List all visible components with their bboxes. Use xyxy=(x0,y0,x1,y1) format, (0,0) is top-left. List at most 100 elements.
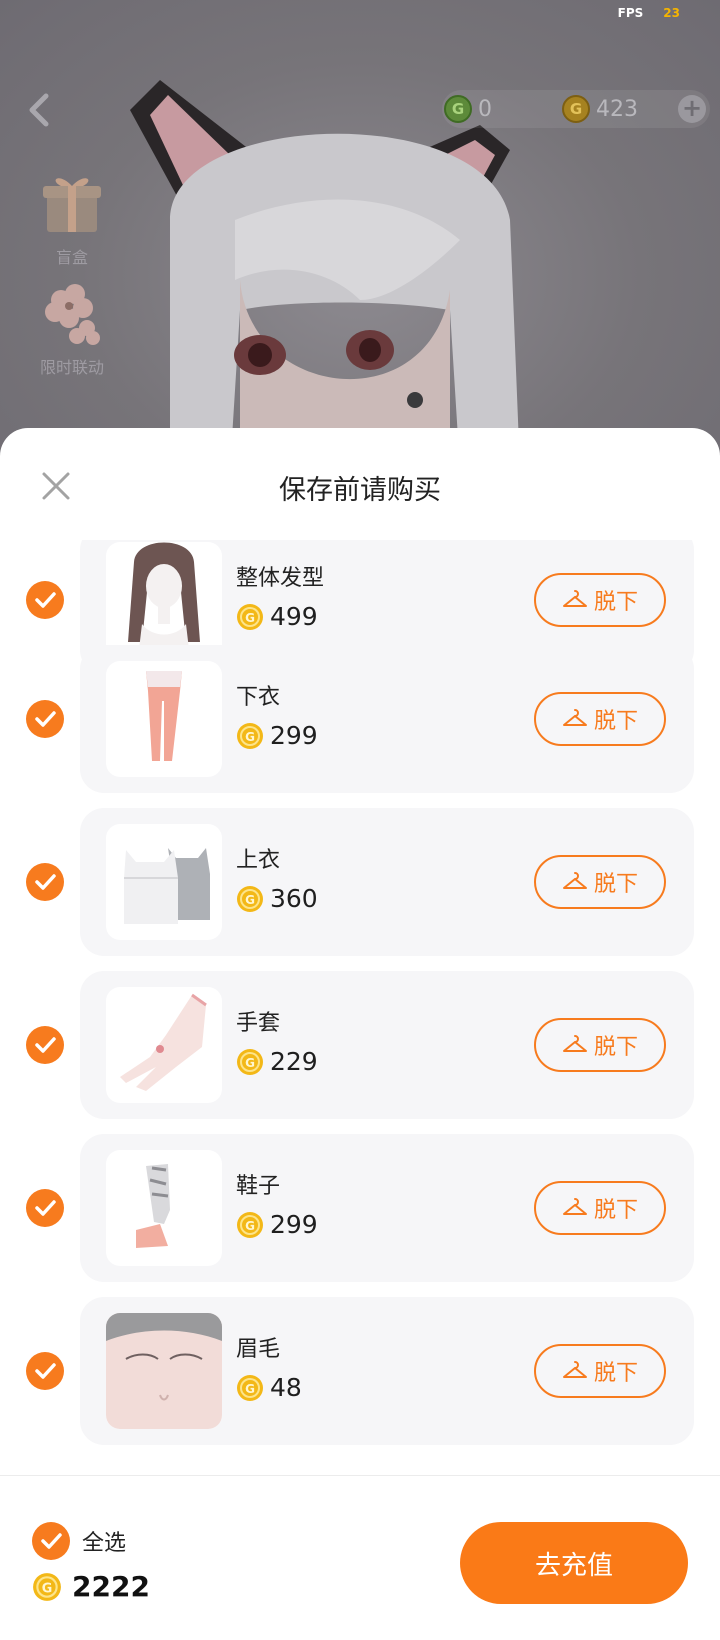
list-item: 手套 G 229 脱下 xyxy=(0,971,720,1119)
item-checkbox[interactable] xyxy=(26,1189,64,1227)
purchase-footer: 全选 G 2222 去充值 xyxy=(0,1475,720,1640)
side-item-label: 限时联动 xyxy=(39,358,104,377)
gold-coin-icon: G xyxy=(237,722,263,749)
item-price: G 299 xyxy=(236,1210,318,1239)
take-off-label: 脱下 xyxy=(593,1361,638,1386)
hanger-icon xyxy=(562,1198,587,1215)
svg-text:G: G xyxy=(245,730,255,744)
fps-counter: FPS 23 xyxy=(618,6,680,20)
select-all-checkbox[interactable] xyxy=(32,1522,70,1560)
gold-coin-icon: G xyxy=(33,1572,61,1601)
item-price: G 299 xyxy=(236,721,318,750)
purchase-sheet: 保存前请购买 整体发型 G 499 脱下 下衣 G 299 脱下 上衣 G 36… xyxy=(0,428,720,1640)
sheet-header: 保存前请购买 xyxy=(0,428,720,540)
take-off-label: 脱下 xyxy=(593,590,638,615)
gold-balance: 423 xyxy=(596,96,638,122)
gold-coin-icon: G xyxy=(237,885,263,912)
item-card: 鞋子 G 299 脱下 xyxy=(80,1134,694,1282)
green-coin-icon: G xyxy=(444,95,472,123)
add-currency-button[interactable]: + xyxy=(678,95,706,123)
side-item-label: 盲盒 xyxy=(55,248,88,267)
gold-currency: G 423 xyxy=(562,95,638,123)
take-off-label: 脱下 xyxy=(593,1035,638,1060)
back-button[interactable] xyxy=(22,88,56,132)
total-price-value: 2222 xyxy=(72,1570,150,1603)
item-checkbox[interactable] xyxy=(26,1026,64,1064)
green-balance: 0 xyxy=(478,96,492,122)
item-name: 眉毛 xyxy=(236,1337,281,1362)
check-icon xyxy=(35,711,56,727)
item-thumbnail-camisole xyxy=(106,824,222,940)
recharge-button[interactable]: 去充值 xyxy=(460,1522,688,1604)
item-name: 上衣 xyxy=(236,848,281,873)
take-off-label: 脱下 xyxy=(593,709,638,734)
currency-bar: G 0 G 423 + xyxy=(442,90,710,128)
hanger-icon xyxy=(562,590,587,607)
hanger-icon xyxy=(562,872,587,889)
item-card: 手套 G 229 脱下 xyxy=(80,971,694,1119)
gold-coin-icon: G xyxy=(237,1211,263,1238)
take-off-button[interactable]: 脱下 xyxy=(534,1181,666,1235)
take-off-button[interactable]: 脱下 xyxy=(534,1018,666,1072)
item-thumbnail-hairstyle xyxy=(106,542,222,658)
item-price-value: 229 xyxy=(270,1047,318,1076)
side-item-blind-box[interactable]: 盲盒 xyxy=(30,170,114,268)
take-off-button[interactable]: 脱下 xyxy=(534,855,666,909)
item-name: 下衣 xyxy=(236,685,281,710)
item-card: 下衣 G 299 脱下 xyxy=(80,645,694,793)
item-thumbnail-eyebrows xyxy=(106,1313,222,1429)
svg-text:G: G xyxy=(245,611,255,625)
check-icon xyxy=(35,874,56,890)
item-price: G 499 xyxy=(236,602,318,631)
svg-text:G: G xyxy=(42,1581,53,1596)
check-icon xyxy=(35,1037,56,1053)
take-off-label: 脱下 xyxy=(593,1198,638,1223)
item-price: G 229 xyxy=(236,1047,318,1076)
chevron-left-icon xyxy=(29,93,49,127)
green-currency: G 0 xyxy=(444,95,492,123)
svg-text:G: G xyxy=(245,893,255,907)
svg-text:G: G xyxy=(245,1219,255,1233)
svg-text:G: G xyxy=(245,1382,255,1396)
item-name: 手套 xyxy=(236,1011,281,1036)
item-checkbox[interactable] xyxy=(26,581,64,619)
item-price-value: 360 xyxy=(270,884,318,913)
total-price: G 2222 xyxy=(32,1570,150,1603)
hanger-icon xyxy=(562,1361,587,1378)
avatar-image xyxy=(130,80,520,460)
gold-coin-icon: G xyxy=(562,95,590,123)
gift-box-icon xyxy=(43,178,101,232)
item-card: 上衣 G 360 脱下 xyxy=(80,808,694,956)
take-off-button[interactable]: 脱下 xyxy=(534,1344,666,1398)
svg-text:G: G xyxy=(245,1056,255,1070)
check-icon xyxy=(35,592,56,608)
item-checkbox[interactable] xyxy=(26,700,64,738)
item-checkbox[interactable] xyxy=(26,1352,64,1390)
take-off-label: 脱下 xyxy=(593,872,638,897)
avatar-scene: FPS 23 G 0 G 423 + 盲盒 限时联动 xyxy=(0,0,720,460)
gold-coin-icon: G xyxy=(237,603,263,630)
sheet-title: 保存前请购买 xyxy=(279,475,441,506)
item-price: G 48 xyxy=(236,1373,302,1402)
hanger-icon xyxy=(562,1035,587,1052)
item-card: 眉毛 G 48 脱下 xyxy=(80,1297,694,1445)
list-item: 上衣 G 360 脱下 xyxy=(0,808,720,956)
list-item: 鞋子 G 299 脱下 xyxy=(0,1134,720,1282)
take-off-button[interactable]: 脱下 xyxy=(534,692,666,746)
hanger-icon xyxy=(562,709,587,726)
select-all-toggle[interactable]: 全选 xyxy=(32,1522,126,1560)
side-item-limited-collab[interactable]: 限时联动 xyxy=(30,280,114,378)
select-all-label: 全选 xyxy=(82,1531,127,1556)
item-price: G 360 xyxy=(236,884,318,913)
fps-label: FPS xyxy=(617,6,644,20)
take-off-button[interactable]: 脱下 xyxy=(534,573,666,627)
list-item: 眉毛 G 48 脱下 xyxy=(0,1297,720,1445)
item-checkbox[interactable] xyxy=(26,863,64,901)
item-name: 整体发型 xyxy=(236,566,325,591)
item-name: 鞋子 xyxy=(236,1174,281,1199)
item-price-value: 48 xyxy=(270,1373,302,1402)
item-list[interactable]: 整体发型 G 499 脱下 下衣 G 299 脱下 上衣 G 360 脱下 手套… xyxy=(0,540,720,1488)
check-icon xyxy=(41,1533,62,1549)
check-icon xyxy=(35,1363,56,1379)
item-thumbnail-glove xyxy=(106,987,222,1103)
